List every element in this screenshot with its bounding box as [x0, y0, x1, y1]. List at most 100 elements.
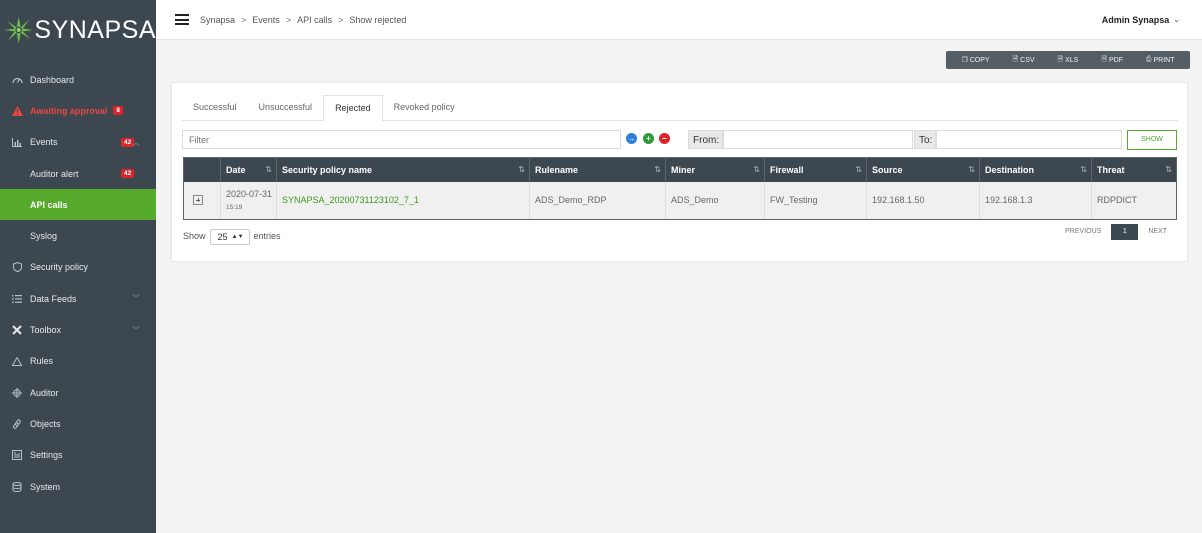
sidebar-item-label: Events: [30, 137, 58, 148]
column-header-security-policy-name[interactable]: Security policy name ⇅: [277, 158, 530, 182]
miner-cell: ADS_Demo: [666, 182, 765, 219]
firewall-cell: FW_Testing: [765, 182, 867, 219]
breadcrumb-item-events[interactable]: Events: [252, 15, 280, 25]
tab-unsuccessful[interactable]: Unsuccessful: [248, 95, 324, 121]
to-date-input[interactable]: [936, 130, 1122, 149]
apply-filter-icon[interactable]: →: [626, 133, 637, 144]
sidebar-item-auditor[interactable]: Auditor: [0, 377, 156, 408]
column-header-destination[interactable]: Destination ⇅: [980, 158, 1092, 182]
sidebar-item-toolbox[interactable]: Toolbox ﹀: [0, 314, 156, 345]
page-size-select[interactable]: 25 ▲▼: [209, 229, 250, 245]
print-button[interactable]: ⎙ PRINT: [1146, 56, 1175, 64]
hamburger-menu-icon[interactable]: [175, 14, 189, 25]
sidebar-item-label: Dashboard: [30, 74, 75, 85]
sidebar-item-api-calls[interactable]: API calls: [0, 189, 156, 221]
synapsa-logo-icon: [4, 16, 34, 44]
sort-icon: ⇅: [518, 165, 525, 174]
sidebar-item-data-feeds[interactable]: Data Feeds ﹀: [0, 283, 156, 314]
sidebar-item-security-policy[interactable]: Security policy: [0, 252, 156, 283]
table-header: Date ⇅ Security policy name ⇅ Rulename ⇅ Mi…: [184, 158, 1176, 182]
sidebar-item-events[interactable]: Events 42 ︿: [0, 127, 156, 158]
shield-icon: [11, 261, 23, 273]
list-icon: [11, 293, 23, 305]
events-card: Successful Unsuccessful Rejected Revoked…: [171, 82, 1188, 262]
column-header-threat[interactable]: Threat ⇅: [1092, 158, 1176, 182]
destination-cell: 192.168.1.3: [980, 182, 1092, 219]
expand-row-icon[interactable]: [193, 195, 203, 205]
breadcrumb: Synapsa > Events > API calls > Show reje…: [200, 15, 406, 25]
user-menu[interactable]: Admin Synapsa ⌄: [1102, 15, 1180, 25]
tab-rejected[interactable]: Rejected: [323, 95, 383, 122]
sidebar-item-awaiting-approval[interactable]: Awaiting approval 8: [0, 95, 156, 126]
sidebar-item-label: Objects: [30, 418, 61, 429]
sort-icon: ⇅: [1165, 165, 1172, 174]
previous-page-button[interactable]: PREVIOUS: [1055, 224, 1111, 240]
show-button[interactable]: SHOW: [1127, 130, 1177, 150]
rulename-cell: ADS_Demo_RDP: [530, 182, 666, 219]
column-header-firewall[interactable]: Firewall ⇅: [765, 158, 867, 182]
awaiting-approval-badge: 8: [113, 106, 123, 116]
sidebar-item-label: System: [30, 481, 61, 492]
column-header-source[interactable]: Source ⇅: [867, 158, 980, 182]
filter-row: → + − From: To: SHOW: [182, 130, 1177, 150]
sidebar-item-label: API calls: [30, 199, 68, 210]
database-icon: [11, 481, 23, 493]
triangle-icon: [11, 355, 23, 367]
remove-filter-icon[interactable]: −: [659, 133, 670, 144]
sidebar-nav: Dashboard Awaiting approval 8 Events 42 …: [0, 64, 156, 502]
add-filter-icon[interactable]: +: [643, 133, 654, 144]
time-value: 15:19: [226, 204, 243, 211]
sidebar-item-label: Auditor: [30, 387, 59, 398]
policy-name-link[interactable]: SYNAPSA_20200731123102_7_1: [277, 182, 530, 219]
sidebar-item-label: Security policy: [30, 262, 89, 273]
sidebar-item-auditor-alert[interactable]: Auditor alert 42: [0, 158, 156, 189]
sidebar-item-label: Data Feeds: [30, 293, 77, 304]
column-header-rulename[interactable]: Rulename ⇅: [530, 158, 666, 182]
tools-icon: [11, 324, 23, 336]
xls-button[interactable]: 🗎 XLS: [1058, 55, 1079, 66]
sidebar-item-label: Settings: [30, 450, 63, 461]
page-1-button[interactable]: 1: [1111, 224, 1139, 240]
sort-icon: ⇅: [265, 165, 272, 174]
pdf-button[interactable]: 🗎 PDF: [1101, 55, 1123, 66]
chevron-down-icon[interactable]: ﹀: [132, 325, 140, 336]
tab-revoked-policy[interactable]: Revoked policy: [383, 95, 466, 121]
breadcrumb-item-synapsa[interactable]: Synapsa: [200, 15, 235, 25]
page-size-control: Show 25 ▲▼ entries: [183, 227, 281, 245]
sidebar: SYNAPSA Dashboard Awaiting approval 8 Ev…: [0, 0, 156, 533]
logo[interactable]: SYNAPSA: [0, 0, 156, 60]
sort-icon: ⇅: [1080, 165, 1087, 174]
tab-successful[interactable]: Successful: [182, 95, 248, 121]
chevron-up-icon[interactable]: ︿: [132, 137, 140, 148]
link-icon: [11, 418, 23, 430]
auditor-alert-badge: 42: [121, 169, 135, 179]
breadcrumb-separator: >: [241, 14, 247, 25]
sort-icon: ⇅: [753, 165, 760, 174]
sort-icon: ⇅: [855, 165, 862, 174]
sidebar-item-syslog[interactable]: Syslog: [0, 220, 156, 251]
sidebar-item-rules[interactable]: Rules: [0, 346, 156, 377]
sort-icon: ⇅: [968, 165, 975, 174]
sidebar-item-settings[interactable]: Settings: [0, 440, 156, 471]
filter-input[interactable]: [182, 130, 621, 149]
chevron-down-icon[interactable]: ﹀: [132, 293, 140, 304]
next-page-button[interactable]: NEXT: [1138, 224, 1177, 240]
expand-cell: [184, 182, 221, 219]
table-row[interactable]: 2020-07-31 15:19 SYNAPSA_20200731123102_…: [184, 182, 1176, 219]
csv-button[interactable]: 🗎 CSV: [1013, 55, 1035, 66]
column-header-date[interactable]: Date ⇅: [221, 158, 277, 182]
column-header-miner[interactable]: Miner ⇅: [666, 158, 765, 182]
sort-icon: ⇅: [654, 165, 661, 174]
sidebar-item-objects[interactable]: Objects: [0, 408, 156, 439]
sidebar-item-dashboard[interactable]: Dashboard: [0, 64, 156, 95]
sidebar-item-system[interactable]: System: [0, 471, 156, 502]
breadcrumb-item-api-calls[interactable]: API calls: [297, 15, 332, 25]
breadcrumb-separator: >: [285, 14, 292, 25]
settings-icon: [11, 449, 23, 461]
from-date-input[interactable]: [723, 130, 913, 149]
top-bar: Synapsa > Events > API calls > Show reje…: [156, 0, 1202, 40]
copy-button[interactable]: ❐ COPY: [961, 56, 989, 65]
entries-label: entries: [253, 231, 281, 241]
from-label: From:: [688, 130, 724, 149]
file-icon: 🗎: [1012, 55, 1019, 63]
